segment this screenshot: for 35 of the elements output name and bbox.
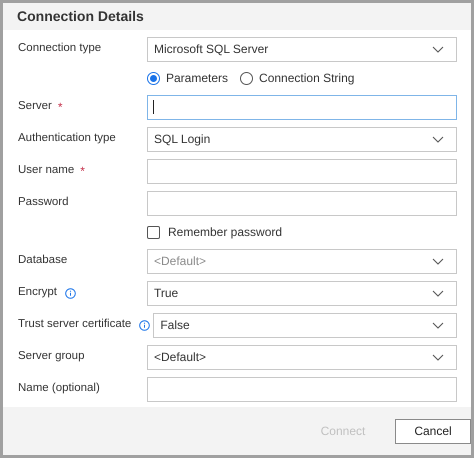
field-label: Trust server certificate [18, 317, 132, 332]
field-label: Password [18, 195, 68, 210]
field-label: User name [18, 163, 74, 178]
field-label: Authentication type [18, 131, 116, 146]
info-icon[interactable] [139, 320, 150, 330]
dropdown-field[interactable]: False [153, 312, 457, 338]
field-label: Encrypt [18, 285, 57, 300]
chevron-down-icon [432, 322, 444, 328]
field-label: Connection type [18, 41, 102, 56]
dialog-title: Connection Details [17, 7, 144, 26]
dropdown-field[interactable]: <Default> [147, 344, 457, 370]
radio-option[interactable]: Parameters [147, 69, 228, 87]
field-label: Server [18, 99, 52, 114]
text-cursor [153, 100, 154, 114]
input-field[interactable] [147, 94, 457, 120]
input-field[interactable] [147, 158, 457, 184]
info-icon[interactable] [65, 288, 76, 298]
required-asterisk: * [80, 163, 85, 180]
chevron-down-icon [432, 258, 444, 264]
dropdown-field[interactable]: Microsoft SQL Server [147, 36, 457, 62]
cancel-button[interactable]: Cancel [395, 418, 471, 444]
dropdown-field[interactable]: True [147, 280, 457, 306]
chevron-down-icon [432, 354, 444, 360]
field-label: Name (optional) [18, 381, 100, 396]
chevron-down-icon [432, 136, 444, 142]
field-label: Server group [18, 349, 84, 364]
input-field[interactable] [147, 190, 457, 216]
input-field[interactable] [147, 376, 457, 402]
chevron-down-icon [432, 290, 444, 296]
radio-option[interactable]: Connection String [240, 69, 354, 87]
required-asterisk: * [58, 99, 63, 116]
remember-password-checkbox[interactable]: Remember password [147, 223, 282, 241]
dropdown-field[interactable]: SQL Login [147, 126, 457, 152]
chevron-down-icon [432, 46, 444, 52]
field-label: Database [18, 253, 68, 268]
